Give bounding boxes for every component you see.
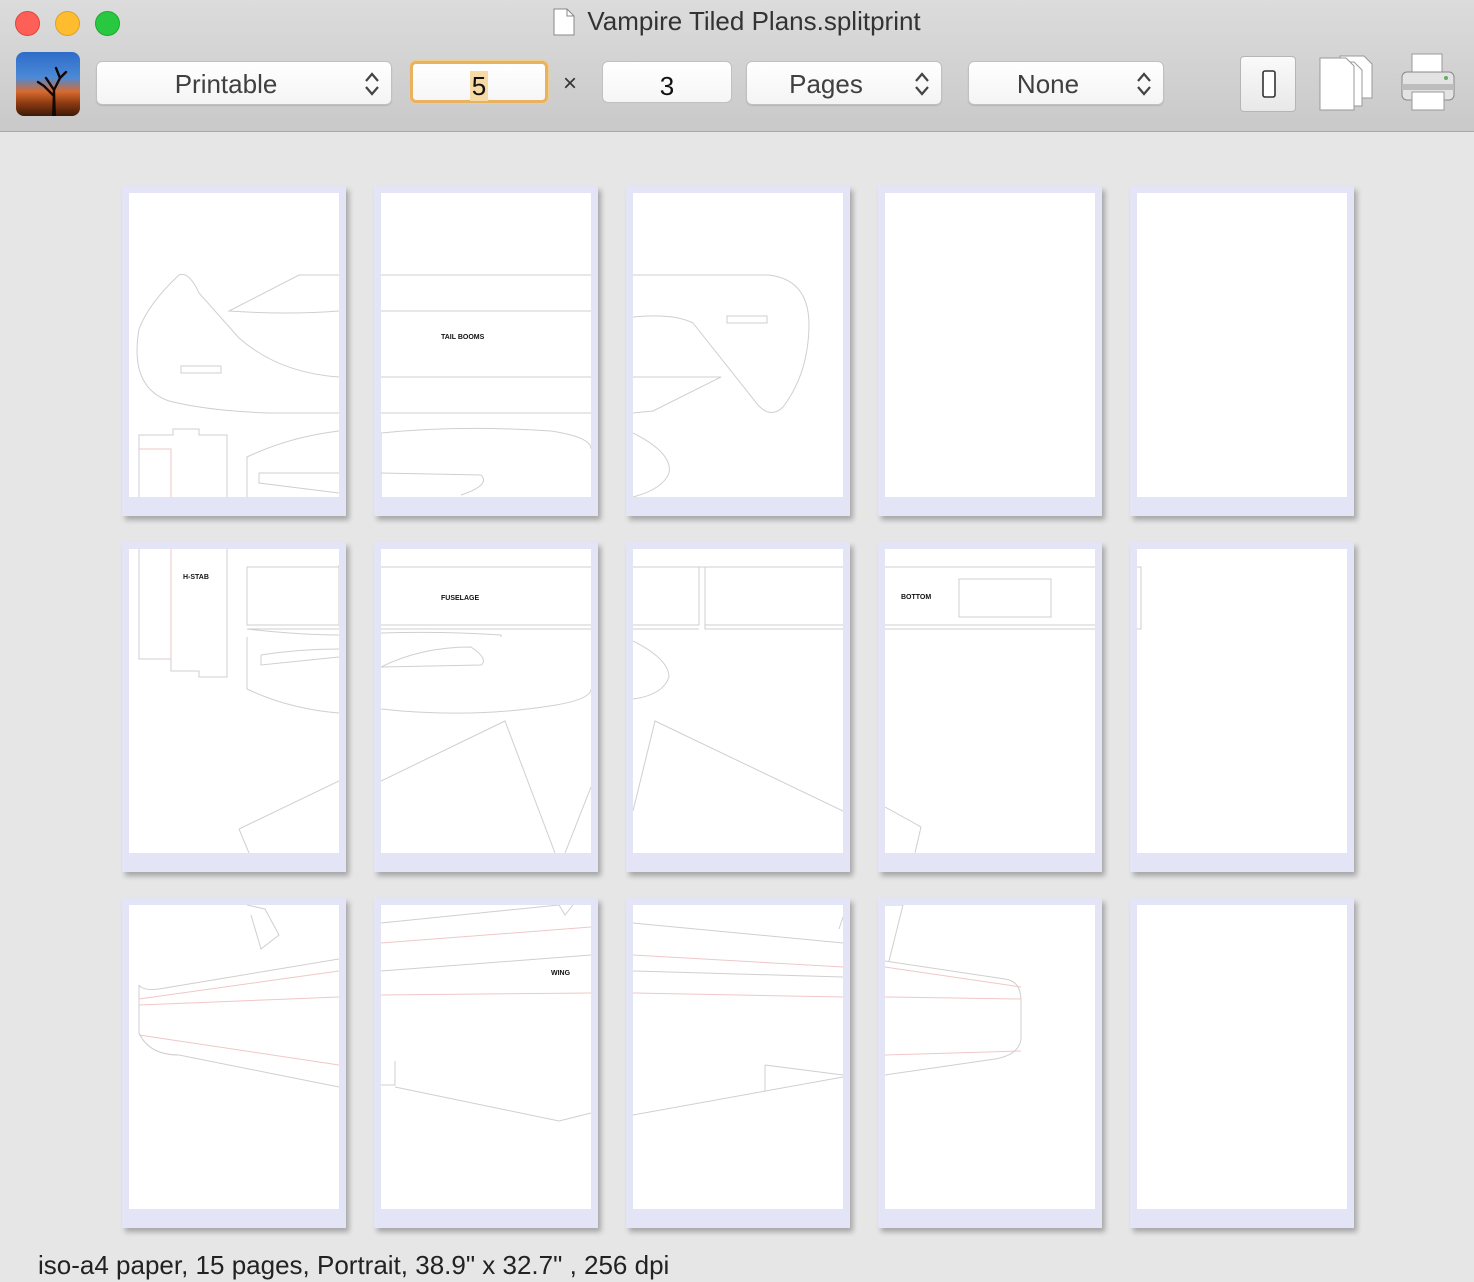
page-preview: BOTTOM (885, 549, 1095, 853)
print-button[interactable] (1398, 50, 1458, 114)
page-tile[interactable]: FUSELAGE (374, 542, 598, 872)
plan-outline: FUSELAGE (381, 566, 591, 853)
plan-outline (633, 274, 810, 497)
printer-icon (1401, 53, 1455, 111)
page-tile[interactable] (878, 186, 1102, 516)
page-preview (1137, 905, 1347, 1209)
page-preview (885, 193, 1095, 497)
page-preview: WING (381, 905, 591, 1209)
columns-value: 5 (469, 71, 489, 101)
page-tile[interactable]: WING (374, 898, 598, 1228)
page-preview (129, 905, 339, 1209)
chevron-updown-icon (915, 72, 929, 96)
page-tile[interactable] (122, 898, 346, 1228)
overlap-mode-label: None (1016, 69, 1080, 99)
chevron-updown-icon (365, 72, 379, 96)
portrait-orientation-icon (1262, 70, 1276, 98)
orientation-button[interactable] (1240, 56, 1296, 112)
page-tile[interactable] (626, 186, 850, 516)
page-tile[interactable] (878, 898, 1102, 1228)
overlap-mode-popup[interactable]: None (968, 61, 1164, 105)
page-preview: FUSELAGE (381, 549, 591, 853)
label-wing: WING (551, 970, 571, 977)
label-h-stab: H-STAB (183, 574, 209, 581)
unit-mode-label: Pages (789, 69, 863, 99)
page-preview (885, 905, 1095, 1209)
page-preview (1137, 193, 1347, 497)
rows-value: 3 (659, 71, 675, 101)
page-preview (633, 549, 843, 853)
page-tile[interactable] (1130, 542, 1354, 872)
pages-stack-icon (1319, 55, 1373, 111)
page-preview (129, 193, 339, 497)
plan-outline (1137, 566, 1142, 630)
page-tile[interactable]: BOTTOM (878, 542, 1102, 872)
page-tile[interactable] (1130, 186, 1354, 516)
label-tail-booms: TAIL BOOMS (441, 334, 485, 341)
rows-field[interactable]: 3 (602, 61, 732, 103)
window-title: Vampire Tiled Plans.splitprint (587, 6, 921, 36)
toolbar: Vampire Tiled Plans.splitprint Printable… (0, 0, 1474, 132)
plan-outline: H-STAB (138, 549, 339, 853)
page-tile[interactable] (1130, 898, 1354, 1228)
plan-outline (1137, 193, 1347, 497)
plan-outline (136, 273, 339, 497)
plan-outline: WING (381, 905, 591, 1122)
page-preview (633, 905, 843, 1209)
page-tile[interactable]: H-STAB (122, 542, 346, 872)
plan-outline (633, 916, 843, 1116)
plan-outline: BOTTOM (885, 566, 1095, 853)
unit-mode-popup[interactable]: Pages (746, 61, 942, 105)
page-preview (633, 193, 843, 497)
pages-button[interactable] (1318, 52, 1378, 112)
plan-outline (885, 193, 1095, 497)
app-window: Vampire Tiled Plans.splitprint Printable… (0, 0, 1474, 1282)
page-preview: H-STAB (129, 549, 339, 853)
page-preview: TAIL BOOMS (381, 193, 591, 497)
scale-mode-label: Printable (174, 69, 278, 99)
plan-outline: TAIL BOOMS (381, 274, 591, 497)
plan-outline (138, 905, 339, 1088)
document-icon (553, 8, 575, 35)
page-tile[interactable] (626, 898, 850, 1228)
times-symbol: × (563, 70, 578, 97)
app-icon (16, 52, 80, 116)
plan-outline (885, 905, 1022, 1076)
page-tile[interactable] (626, 542, 850, 872)
plan-outline (1137, 905, 1347, 1209)
page-tile[interactable]: TAIL BOOMS (374, 186, 598, 516)
label-fuselage: FUSELAGE (441, 595, 479, 602)
chevron-updown-icon (1137, 72, 1151, 96)
page-tile[interactable] (122, 186, 346, 516)
plan-outline (633, 566, 843, 812)
label-bottom: BOTTOM (901, 594, 931, 601)
columns-field[interactable]: 5 (410, 61, 548, 103)
status-text: iso-a4 paper, 15 pages, Portrait, 38.9" … (38, 1250, 670, 1280)
page-preview (1137, 549, 1347, 853)
scale-mode-popup[interactable]: Printable (96, 61, 392, 105)
